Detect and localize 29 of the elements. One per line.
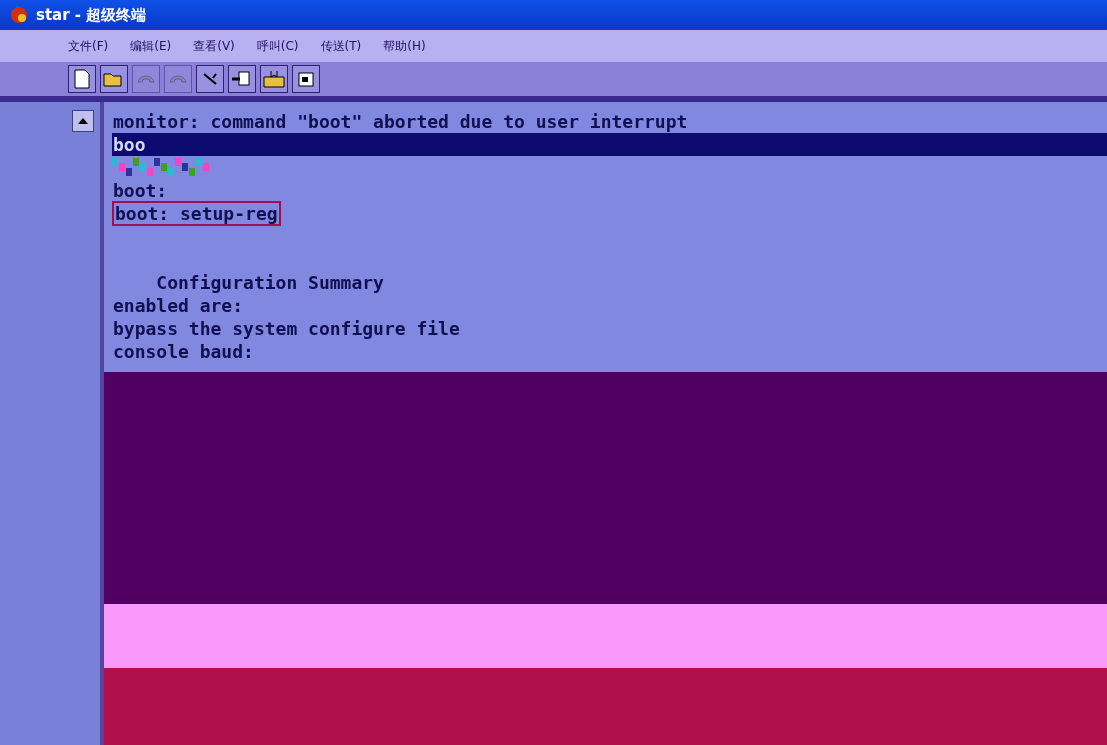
- terminal-line: boot:: [112, 180, 169, 201]
- toolbar-button[interactable]: [292, 65, 320, 93]
- menu-item[interactable]: 文件(F): [68, 37, 109, 55]
- toolbar-button[interactable]: [228, 65, 256, 93]
- menu-item[interactable]: 呼叫(C): [256, 37, 299, 55]
- toolbar-button[interactable]: [68, 65, 96, 93]
- terminal-line: Configuration Summary: [155, 272, 385, 293]
- terminal-line: bypass the system configure file: [112, 318, 461, 339]
- menu-item[interactable]: 帮助(H): [383, 37, 426, 55]
- terminal-app-icon: [10, 6, 28, 24]
- menu-item[interactable]: 传送(T): [320, 37, 362, 55]
- scroll-up-button[interactable]: [72, 110, 94, 132]
- terminal-line: console baud:: [112, 341, 255, 362]
- terminal-line: monitor: command "boot" aborted due to user interrupt: [112, 111, 689, 132]
- receive-folder-icon: [263, 70, 285, 88]
- boxed-command: boot: setup-reg: [112, 201, 281, 226]
- menu-item[interactable]: 查看(V): [193, 37, 235, 55]
- window-title: star - 超级终端: [36, 5, 147, 25]
- menu-item[interactable]: 编辑(E): [130, 37, 172, 55]
- terminal-line: boo: [112, 134, 147, 155]
- open-folder-icon: [103, 70, 125, 88]
- toolbar-button[interactable]: [260, 65, 288, 93]
- properties-icon: [296, 70, 316, 88]
- terminal-line: enabled are:: [112, 295, 245, 316]
- toolbar-button[interactable]: [196, 65, 224, 93]
- up-arrow-icon: [78, 118, 88, 124]
- send-document-icon: [231, 70, 253, 88]
- new-document-icon: [73, 69, 91, 89]
- toolbar-button[interactable]: [100, 65, 128, 93]
